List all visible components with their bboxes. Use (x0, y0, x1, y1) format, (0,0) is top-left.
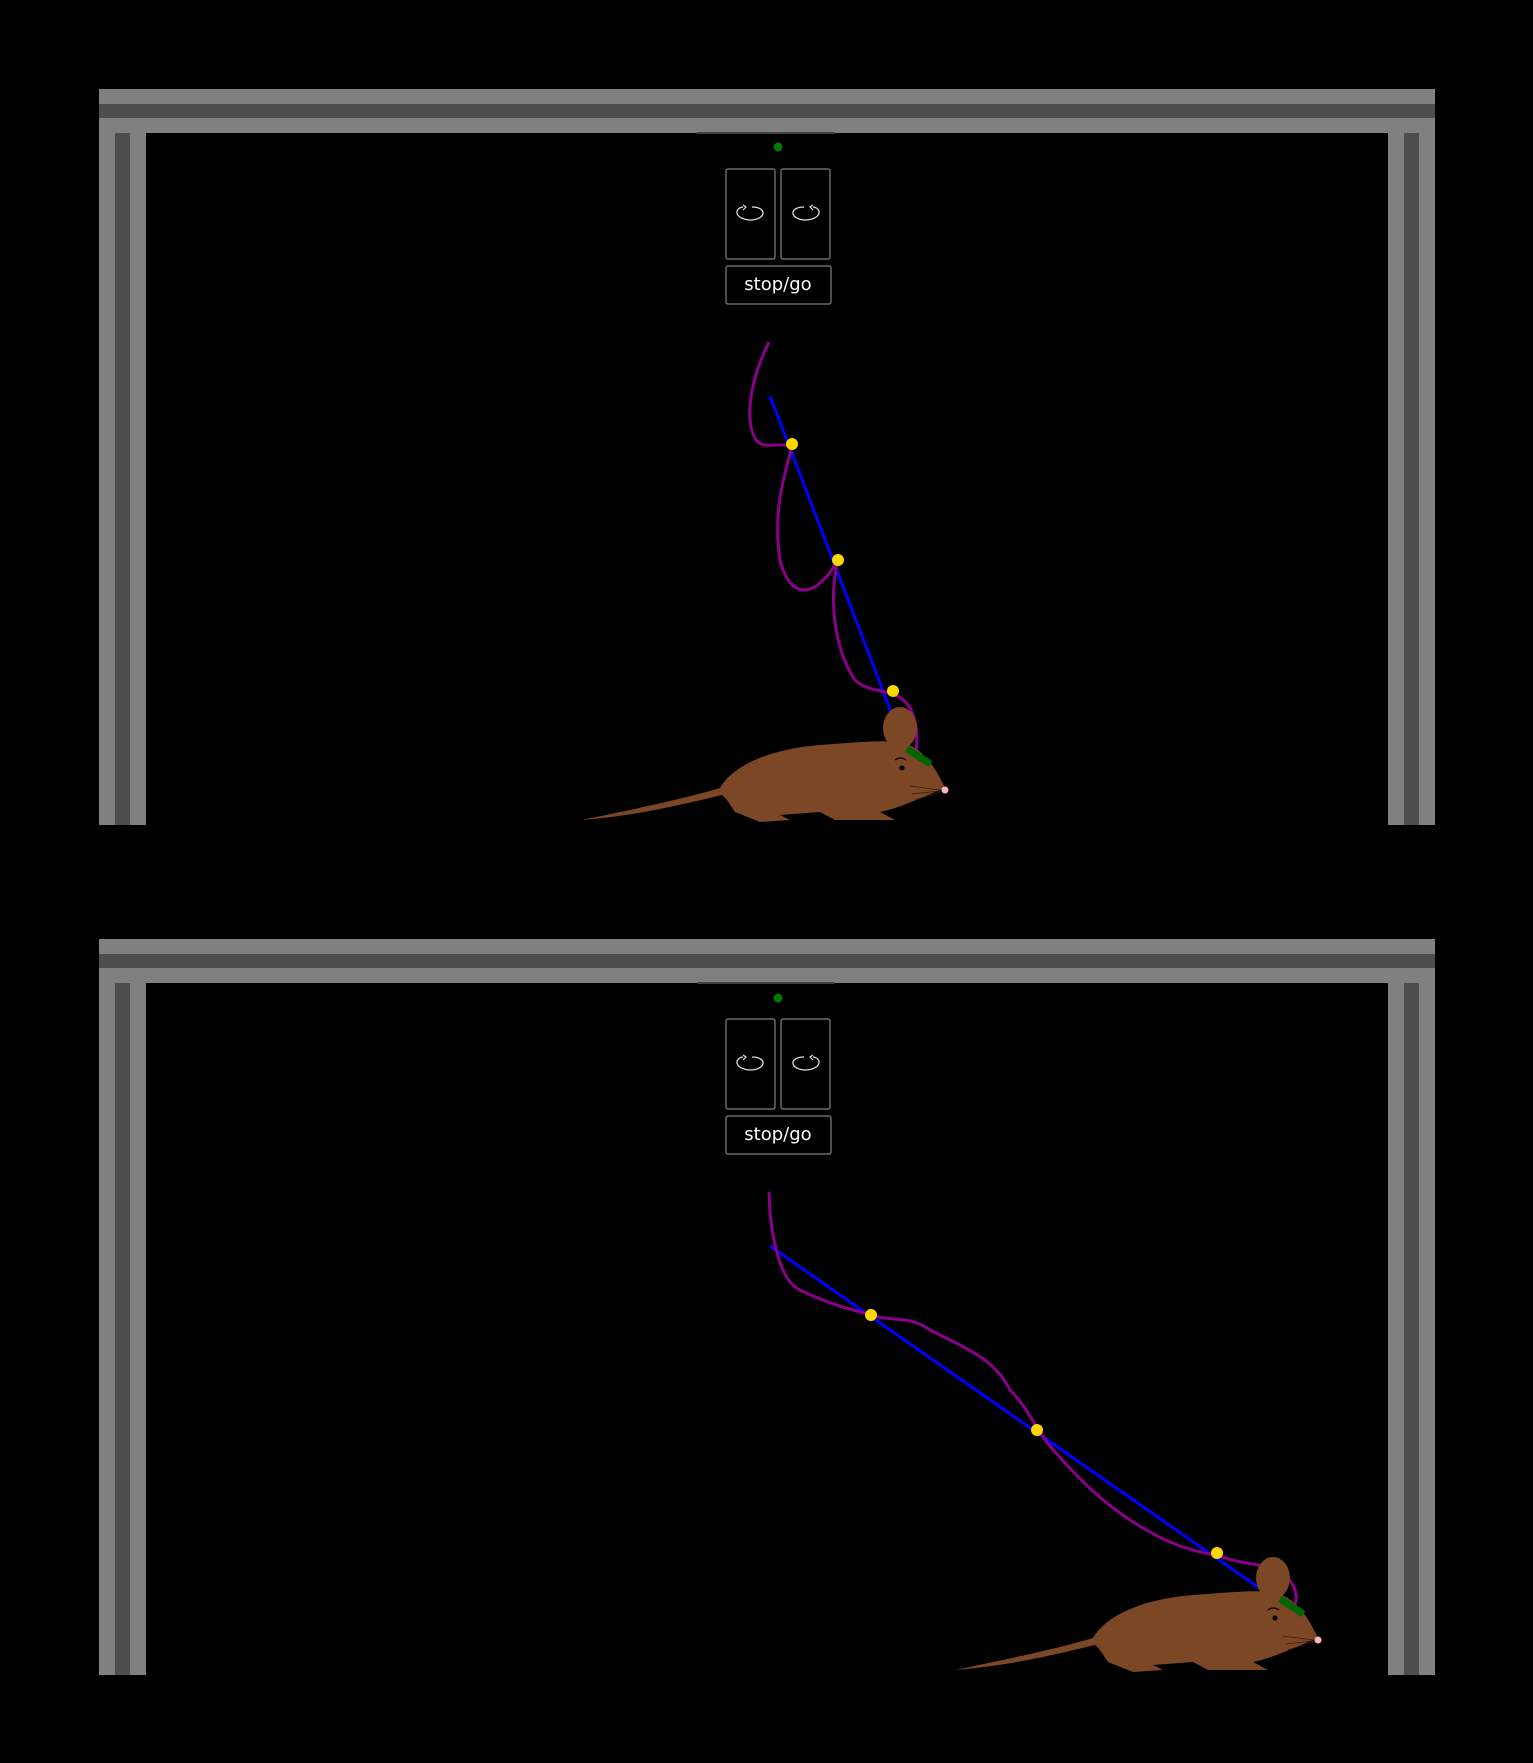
stop-go-label: stop/go (744, 1124, 811, 1145)
mouse-nose (941, 786, 949, 794)
mouse-eye (899, 765, 905, 771)
rotate-left-button[interactable] (725, 1018, 776, 1110)
mouse-ear (883, 707, 917, 749)
rotate-left-button[interactable] (725, 168, 776, 260)
stop-go-label: stop/go (744, 274, 811, 295)
tether-clip (865, 1309, 877, 1321)
status-indicator (773, 993, 783, 1003)
mouse-nose (1314, 1636, 1322, 1644)
mouse-ear (1256, 1557, 1290, 1599)
tether-diagram: stop/go stop/go (0, 0, 1533, 1763)
rotate-right-button[interactable] (780, 1018, 831, 1110)
rotate-right-button[interactable] (780, 168, 831, 260)
tether-clip (786, 438, 798, 450)
tether-clip (887, 685, 899, 697)
mouse-eye (1272, 1615, 1278, 1621)
tether-clip (1211, 1547, 1223, 1559)
tether-clip (1031, 1424, 1043, 1436)
stop-go-button[interactable]: stop/go (725, 265, 832, 305)
stop-go-button[interactable]: stop/go (725, 1115, 832, 1155)
tether-clip (832, 554, 844, 566)
status-indicator (773, 142, 783, 152)
